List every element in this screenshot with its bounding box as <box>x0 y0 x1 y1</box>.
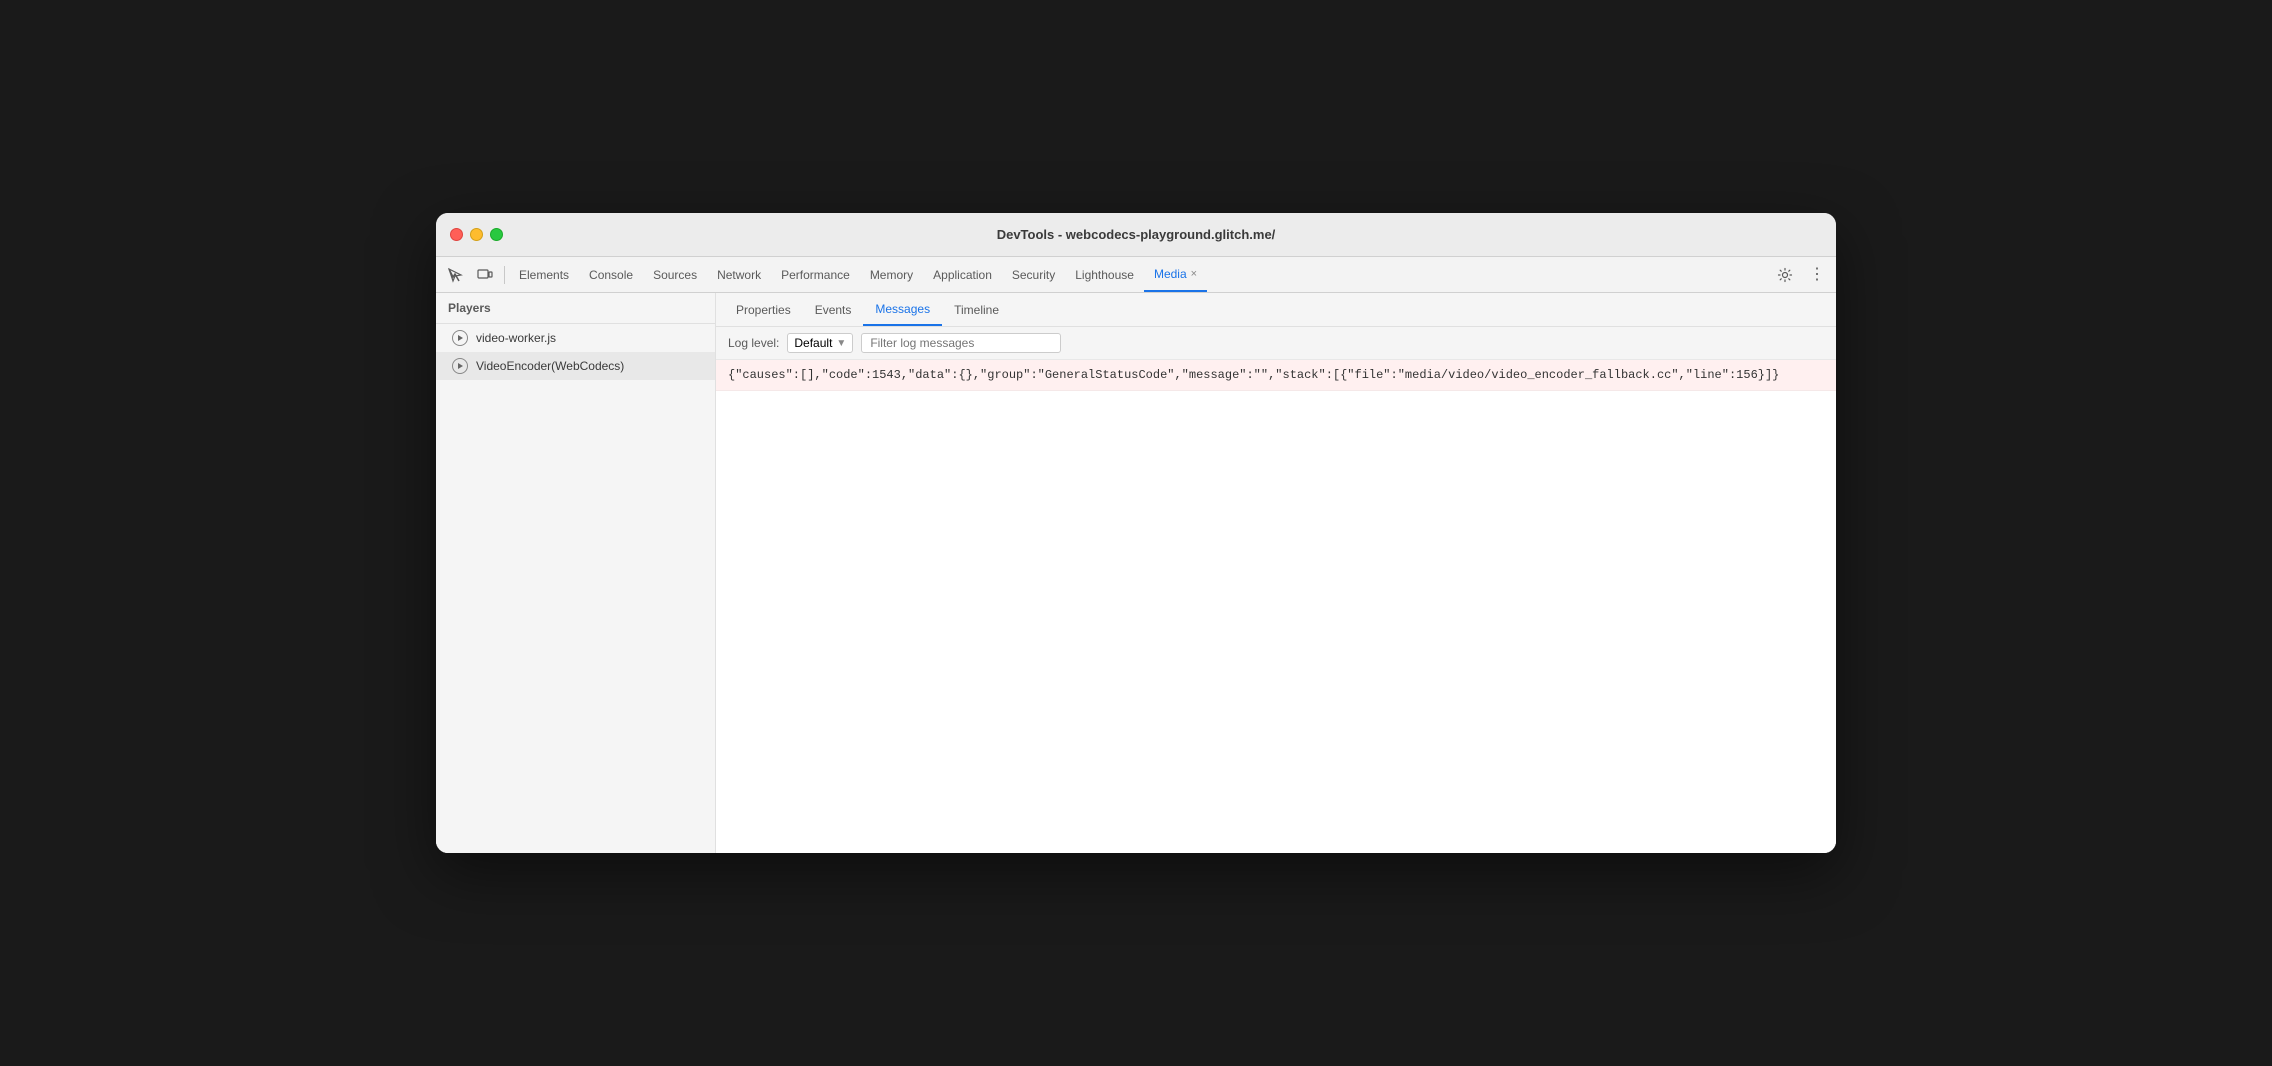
tab-media-close-icon[interactable]: × <box>1191 268 1197 280</box>
tab-media[interactable]: Media × <box>1144 257 1207 292</box>
toolbar-right: ⋮ <box>1770 260 1832 290</box>
message-area: {"causes":[],"code":1543,"data":{},"grou… <box>716 360 1836 853</box>
tab-application[interactable]: Application <box>923 257 1002 292</box>
inspect-icon[interactable] <box>440 260 470 290</box>
sidebar-header: Players <box>436 293 715 324</box>
tab-timeline[interactable]: Timeline <box>942 293 1011 326</box>
devtools-body: Players video-worker.js VideoEncoder(Web… <box>436 293 1836 853</box>
tab-memory[interactable]: Memory <box>860 257 923 292</box>
sidebar-item-video-encoder[interactable]: VideoEncoder(WebCodecs) <box>436 352 715 380</box>
tab-console[interactable]: Console <box>579 257 643 292</box>
filter-log-input[interactable] <box>861 333 1061 353</box>
minimize-button[interactable] <box>470 228 483 241</box>
tab-performance[interactable]: Performance <box>771 257 860 292</box>
log-level-label: Log level: <box>728 336 779 350</box>
play-icon-video-encoder <box>452 358 468 374</box>
title-bar: DevTools - webcodecs-playground.glitch.m… <box>436 213 1836 257</box>
sidebar: Players video-worker.js VideoEncoder(Web… <box>436 293 716 853</box>
message-text: {"causes":[],"code":1543,"data":{},"grou… <box>728 366 1779 384</box>
tab-lighthouse[interactable]: Lighthouse <box>1065 257 1144 292</box>
panel-tabs: Properties Events Messages Timeline <box>716 293 1836 327</box>
tab-sources[interactable]: Sources <box>643 257 707 292</box>
devtools-window: DevTools - webcodecs-playground.glitch.m… <box>436 213 1836 853</box>
play-icon-video-worker <box>452 330 468 346</box>
tab-network[interactable]: Network <box>707 257 771 292</box>
sidebar-item-video-worker[interactable]: video-worker.js <box>436 324 715 352</box>
log-level-select[interactable]: Default ▼ <box>787 333 853 353</box>
log-level-bar: Log level: Default ▼ <box>716 327 1836 360</box>
tab-elements[interactable]: Elements <box>509 257 579 292</box>
traffic-lights <box>450 228 503 241</box>
main-panel: Properties Events Messages Timeline Log … <box>716 293 1836 853</box>
more-options-icon[interactable]: ⋮ <box>1802 260 1832 290</box>
tab-messages[interactable]: Messages <box>863 293 942 326</box>
toolbar-divider-1 <box>504 266 505 284</box>
window-title: DevTools - webcodecs-playground.glitch.m… <box>997 227 1276 242</box>
toolbar-tabs: Elements Console Sources Network Perform… <box>509 257 1770 292</box>
tab-events[interactable]: Events <box>803 293 864 326</box>
log-level-dropdown-icon: ▼ <box>836 338 846 349</box>
settings-icon[interactable] <box>1770 260 1800 290</box>
maximize-button[interactable] <box>490 228 503 241</box>
devtools-toolbar: Elements Console Sources Network Perform… <box>436 257 1836 293</box>
message-row: {"causes":[],"code":1543,"data":{},"grou… <box>716 360 1836 391</box>
tab-properties[interactable]: Properties <box>724 293 803 326</box>
device-toggle-icon[interactable] <box>470 260 500 290</box>
tab-security[interactable]: Security <box>1002 257 1065 292</box>
close-button[interactable] <box>450 228 463 241</box>
